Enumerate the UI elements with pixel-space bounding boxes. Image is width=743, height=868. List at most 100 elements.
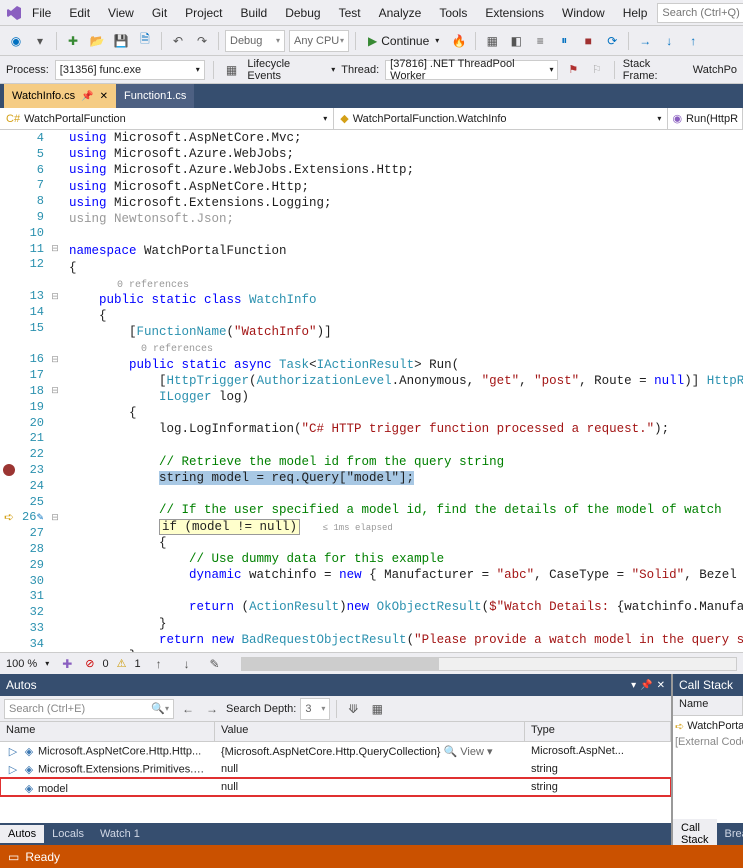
search-fwd-icon[interactable]: →: [202, 699, 222, 719]
view-dropdown[interactable]: 🔍 View ▾: [440, 746, 492, 758]
code-line[interactable]: if (model != null) ≤ 1ms elapsed: [69, 519, 743, 535]
code-line[interactable]: using Microsoft.AspNetCore.Http;: [69, 179, 743, 195]
col-value[interactable]: Value: [215, 722, 525, 741]
zoom-level[interactable]: 100 %: [6, 658, 37, 670]
code-line[interactable]: using Microsoft.AspNetCore.Mvc;: [69, 130, 743, 146]
step-into-icon[interactable]: ↓: [659, 31, 679, 51]
menu-window[interactable]: Window: [554, 3, 613, 23]
code-line[interactable]: public static async Task<IActionResult> …: [69, 357, 743, 373]
menu-debug[interactable]: Debug: [277, 3, 328, 23]
breakpoint-icon[interactable]: [3, 464, 15, 476]
fold-icon[interactable]: ⊟: [48, 354, 62, 365]
autos-row[interactable]: ▷◈Microsoft.Extensions.Primitives.S...nu…: [0, 760, 671, 778]
menu-tools[interactable]: Tools: [431, 3, 475, 23]
expand-icon[interactable]: [6, 778, 20, 792]
menu-file[interactable]: File: [24, 3, 59, 23]
code-line[interactable]: }: [69, 616, 743, 632]
redo-icon[interactable]: ↷: [192, 31, 212, 51]
horizontal-scrollbar[interactable]: [241, 657, 737, 671]
autos-row[interactable]: ▷◈Microsoft.AspNetCore.Http.Http...{Micr…: [0, 742, 671, 760]
brush-icon[interactable]: ✎: [205, 654, 225, 674]
code-line[interactable]: {: [69, 405, 743, 421]
nav-dropdown-icon[interactable]: ▾: [30, 31, 50, 51]
tb-icon-2[interactable]: ◧: [506, 31, 526, 51]
save-icon[interactable]: 💾: [111, 31, 131, 51]
nav-up-icon[interactable]: ↑: [149, 654, 169, 674]
error-icon[interactable]: ⊘: [85, 657, 94, 670]
code-line[interactable]: public static class WatchInfo: [69, 292, 743, 308]
col-type[interactable]: Type: [525, 722, 671, 741]
code-line[interactable]: [HttpTrigger(AuthorizationLevel.Anonymou…: [69, 373, 743, 389]
tb-icon-1[interactable]: ▦: [482, 31, 502, 51]
tool-icon-b[interactable]: ▦: [367, 699, 387, 719]
code-line[interactable]: // Use dummy data for this example: [69, 551, 743, 567]
nav-back-icon[interactable]: ◉: [6, 31, 26, 51]
code-line[interactable]: {: [69, 535, 743, 551]
code-line[interactable]: return (ActionResult)new OkObjectResult(…: [69, 599, 743, 615]
code-line[interactable]: [FunctionName("WatchInfo")]: [69, 324, 743, 340]
autos-search-input[interactable]: Search (Ctrl+E)🔍▾: [4, 699, 174, 719]
new-item-icon[interactable]: ✚: [63, 31, 83, 51]
callstack-row[interactable]: ➪WatchPortalFu: [675, 718, 741, 734]
menu-project[interactable]: Project: [177, 3, 230, 23]
health-icon[interactable]: ✚: [57, 654, 77, 674]
thread-dropdown[interactable]: [37816] .NET ThreadPool Worker▾: [385, 60, 558, 80]
expand-icon[interactable]: ▷: [6, 744, 20, 758]
output-icon[interactable]: ▭: [8, 850, 19, 864]
warning-icon[interactable]: ⚠: [117, 657, 127, 670]
menu-git[interactable]: Git: [144, 3, 175, 23]
search-back-icon[interactable]: ←: [178, 699, 198, 719]
global-search-input[interactable]: [657, 3, 743, 23]
menu-extensions[interactable]: Extensions: [477, 3, 552, 23]
code-line[interactable]: dynamic watchinfo = new { Manufacturer =…: [69, 567, 743, 583]
tab-function1[interactable]: Function1.cs: [116, 84, 194, 108]
autos-row[interactable]: ◈modelnullstring: [0, 778, 671, 796]
stop-icon[interactable]: ■: [578, 31, 598, 51]
save-all-icon[interactable]: 🗎: [135, 31, 155, 51]
open-icon[interactable]: 📂: [87, 31, 107, 51]
code-line[interactable]: ILogger log): [69, 389, 743, 405]
code-line[interactable]: using Microsoft.Azure.WebJobs.Extensions…: [69, 162, 743, 178]
close-window-icon[interactable]: ✕: [657, 680, 665, 691]
nav-class[interactable]: ◆WatchPortalFunction.WatchInfo▾: [334, 108, 668, 129]
platform-dropdown[interactable]: Any CPU▾: [289, 30, 349, 52]
code-line[interactable]: using Microsoft.Extensions.Logging;: [69, 195, 743, 211]
code-line[interactable]: {: [69, 308, 743, 324]
depth-dropdown[interactable]: 3▾: [300, 698, 330, 720]
callstack-row[interactable]: [External Code: [675, 734, 741, 750]
menu-edit[interactable]: Edit: [61, 3, 98, 23]
config-dropdown[interactable]: Debug▾: [225, 30, 285, 52]
pin-window-icon[interactable]: 📌: [640, 680, 652, 691]
code-line[interactable]: {: [69, 260, 743, 276]
flag-off-icon[interactable]: ⚐: [588, 61, 606, 79]
process-dropdown[interactable]: [31356] func.exe▾: [55, 60, 205, 80]
menu-help[interactable]: Help: [615, 3, 656, 23]
hot-reload-icon[interactable]: 🔥: [449, 31, 469, 51]
code-line[interactable]: 0 references: [69, 340, 743, 356]
tab-callstack[interactable]: Call Stack: [673, 819, 717, 845]
menu-view[interactable]: View: [100, 3, 142, 23]
code-line[interactable]: using Microsoft.Azure.WebJobs;: [69, 146, 743, 162]
pin-icon[interactable]: 📌: [81, 91, 93, 102]
code-line[interactable]: using Newtonsoft.Json;: [69, 211, 743, 227]
nav-method[interactable]: ◉Run(HttpR: [668, 108, 743, 129]
tab-autos[interactable]: Autos: [0, 825, 44, 843]
step-out-icon[interactable]: ↑: [683, 31, 703, 51]
code-line[interactable]: [69, 227, 743, 243]
code-line[interactable]: [69, 583, 743, 599]
fold-icon[interactable]: ⊟: [48, 243, 62, 254]
tab-break[interactable]: Break: [717, 825, 743, 843]
lifecycle-icon[interactable]: ▦: [222, 60, 242, 80]
code-line[interactable]: 0 references: [69, 276, 743, 292]
close-icon[interactable]: ✕: [100, 91, 108, 102]
code-line[interactable]: }: [69, 648, 743, 652]
autos-grid[interactable]: ▷◈Microsoft.AspNetCore.Http.Http...{Micr…: [0, 742, 671, 823]
code-line[interactable]: return new BadRequestObjectResult("Pleas…: [69, 632, 743, 648]
step-next-icon[interactable]: →: [635, 31, 655, 51]
search-icon[interactable]: 🔍: [151, 702, 165, 715]
fold-icon[interactable]: ⊟: [48, 512, 62, 523]
nav-down-icon[interactable]: ↓: [177, 654, 197, 674]
tb-icon-3[interactable]: ≡: [530, 31, 550, 51]
nav-project[interactable]: C#WatchPortalFunction▾: [0, 108, 334, 129]
code-line[interactable]: // If the user specified a model id, fin…: [69, 502, 743, 518]
